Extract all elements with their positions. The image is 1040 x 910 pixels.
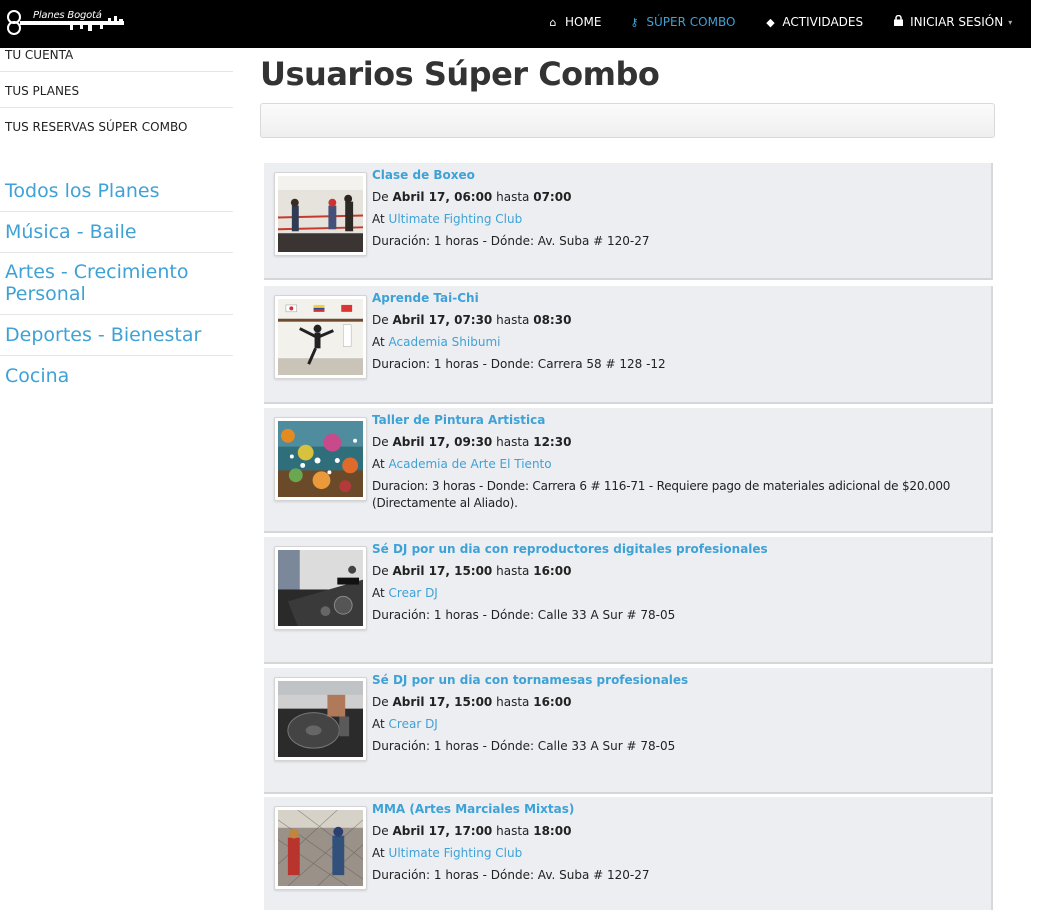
nav-super-combo[interactable]: ⚷ SÚPER COMBO <box>628 15 735 29</box>
category-cocina[interactable]: Cocina <box>0 356 233 387</box>
event-card: MMA (Artes Marciales Mixtas) De Abril 17… <box>264 797 993 910</box>
taichi-image <box>278 299 363 375</box>
home-icon: ⌂ <box>549 15 557 29</box>
event-start: Abril 17, 09:30 <box>392 435 493 449</box>
event-start: Abril 17, 17:00 <box>392 824 493 838</box>
brand-logo[interactable]: Planes Bogotá <box>6 8 130 40</box>
event-venue-line: At Academia de Arte El Tiento <box>372 457 552 471</box>
sidebar: TU CUENTA TUS PLANES TUS RESERVAS SÚPER … <box>0 48 233 387</box>
nav-super-combo-label: SÚPER COMBO <box>646 15 736 29</box>
nav-login[interactable]: INICIAR SESIÓN ▾ <box>892 14 1013 29</box>
nav-activities-label: ACTIVIDADES <box>782 15 864 29</box>
event-end: 18:00 <box>533 824 572 838</box>
event-card: Sé DJ por un dia con tornamesas profesio… <box>264 668 993 794</box>
event-title[interactable]: Sé DJ por un dia con reproductores digit… <box>372 541 987 558</box>
event-schedule: De Abril 17, 07:30 hasta 08:30 <box>372 313 572 327</box>
event-schedule: De Abril 17, 15:00 hasta 16:00 <box>372 564 572 578</box>
event-details: Duracion: 1 horas - Donde: Carrera 58 # … <box>372 357 666 371</box>
nav-login-label: INICIAR SESIÓN <box>910 15 1004 29</box>
event-venue[interactable]: Ultimate Fighting Club <box>389 846 523 860</box>
sidebar-link-tus-planes[interactable]: TUS PLANES <box>0 72 233 108</box>
dj-controller-image <box>278 550 363 626</box>
mma-image <box>278 810 363 886</box>
category-deportes[interactable]: Deportes - Bienestar <box>0 315 233 356</box>
event-info: Taller de Pintura Artistica De Abril 17,… <box>372 412 987 517</box>
event-venue-line: At Ultimate Fighting Club <box>372 846 523 860</box>
event-end: 16:00 <box>533 695 572 709</box>
event-card: Clase de Boxeo De Abril 17, 06:00 hasta … <box>264 163 993 280</box>
boxing-image <box>278 176 363 252</box>
nav-activities[interactable]: ◆ ACTIVIDADES <box>764 15 863 29</box>
event-title[interactable]: MMA (Artes Marciales Mixtas) <box>372 801 987 818</box>
event-title[interactable]: Sé DJ por un dia con tornamesas profesio… <box>372 672 987 689</box>
event-details: Duración: 1 horas - Dónde: Av. Suba # 12… <box>372 234 650 248</box>
event-start: Abril 17, 06:00 <box>392 190 493 204</box>
event-details: Duración: 1 horas - Dónde: Calle 33 A Su… <box>372 608 676 622</box>
event-thumbnail[interactable] <box>274 546 367 630</box>
event-card: Aprende Tai-Chi De Abril 17, 07:30 hasta… <box>264 286 993 404</box>
event-thumbnail[interactable] <box>274 806 367 890</box>
event-start: Abril 17, 07:30 <box>392 313 493 327</box>
event-details: Duración: 1 horas - Dónde: Av. Suba # 12… <box>372 868 650 882</box>
logo-text: Planes Bogotá <box>33 10 102 21</box>
event-card: Sé DJ por un dia con reproductores digit… <box>264 537 993 664</box>
sidebar-link-tus-reservas[interactable]: TUS RESERVAS SÚPER COMBO <box>0 108 233 144</box>
sidebar-link-tu-cuenta[interactable]: TU CUENTA <box>0 48 233 72</box>
tag-icon: ◆ <box>766 15 775 29</box>
event-details: Duración: 1 horas - Dónde: Calle 33 A Su… <box>372 739 676 753</box>
event-schedule: De Abril 17, 17:00 hasta 18:00 <box>372 824 572 838</box>
event-details: Duracion: 3 horas - Donde: Carrera 6 # 1… <box>372 479 951 510</box>
event-end: 08:30 <box>533 313 572 327</box>
category-todos-los-planes[interactable]: Todos los Planes <box>0 180 233 212</box>
event-venue[interactable]: Academia Shibumi <box>389 335 501 349</box>
event-thumbnail[interactable] <box>274 295 367 379</box>
event-thumbnail[interactable] <box>274 677 367 761</box>
nav-home-label: HOME <box>565 15 602 29</box>
event-info: Clase de Boxeo De Abril 17, 06:00 hasta … <box>372 167 987 255</box>
event-title[interactable]: Aprende Tai-Chi <box>372 290 987 307</box>
event-start: Abril 17, 15:00 <box>392 695 493 709</box>
painting-image <box>278 421 363 497</box>
chevron-down-icon: ▾ <box>1008 17 1013 27</box>
event-venue-line: At Crear DJ <box>372 717 438 731</box>
event-info: Sé DJ por un dia con reproductores digit… <box>372 541 987 629</box>
event-venue-line: At Ultimate Fighting Club <box>372 212 523 226</box>
event-thumbnail[interactable] <box>274 417 367 501</box>
event-card: Taller de Pintura Artistica De Abril 17,… <box>264 408 993 533</box>
event-venue-line: At Academia Shibumi <box>372 335 501 349</box>
lock-icon <box>892 14 904 29</box>
event-end: 12:30 <box>533 435 572 449</box>
event-end: 16:00 <box>533 564 572 578</box>
event-venue[interactable]: Ultimate Fighting Club <box>389 212 523 226</box>
main-nav: ⌂ HOME ⚷ SÚPER COMBO ◆ ACTIVIDADES INICI… <box>547 14 1013 29</box>
event-info: Aprende Tai-Chi De Abril 17, 07:30 hasta… <box>372 290 987 378</box>
category-list: Todos los Planes Música - Baile Artes - … <box>0 180 233 387</box>
page-title: Usuarios Súper Combo <box>260 55 660 93</box>
top-navbar: Planes Bogotá ⌂ HOME ⚷ SÚPER COMBO ◆ ACT… <box>0 0 1031 48</box>
event-start: Abril 17, 15:00 <box>392 564 493 578</box>
event-venue[interactable]: Crear DJ <box>389 717 438 731</box>
event-schedule: De Abril 17, 15:00 hasta 16:00 <box>372 695 572 709</box>
event-venue[interactable]: Crear DJ <box>389 586 438 600</box>
event-schedule: De Abril 17, 06:00 hasta 07:00 <box>372 190 572 204</box>
turntable-image <box>278 681 363 757</box>
category-musica-baile[interactable]: Música - Baile <box>0 212 233 253</box>
filter-bar <box>260 103 995 138</box>
category-artes[interactable]: Artes - Crecimiento Personal <box>0 253 233 315</box>
event-schedule: De Abril 17, 09:30 hasta 12:30 <box>372 435 572 449</box>
key-icon: ⚷ <box>630 15 639 29</box>
event-end: 07:00 <box>533 190 572 204</box>
event-venue[interactable]: Academia de Arte El Tiento <box>389 457 552 471</box>
event-title[interactable]: Clase de Boxeo <box>372 167 987 184</box>
event-thumbnail[interactable] <box>274 172 367 256</box>
event-title[interactable]: Taller de Pintura Artistica <box>372 412 987 429</box>
event-info: Sé DJ por un dia con tornamesas profesio… <box>372 672 987 760</box>
event-info: MMA (Artes Marciales Mixtas) De Abril 17… <box>372 801 987 889</box>
event-venue-line: At Crear DJ <box>372 586 438 600</box>
nav-home[interactable]: ⌂ HOME <box>547 15 602 29</box>
